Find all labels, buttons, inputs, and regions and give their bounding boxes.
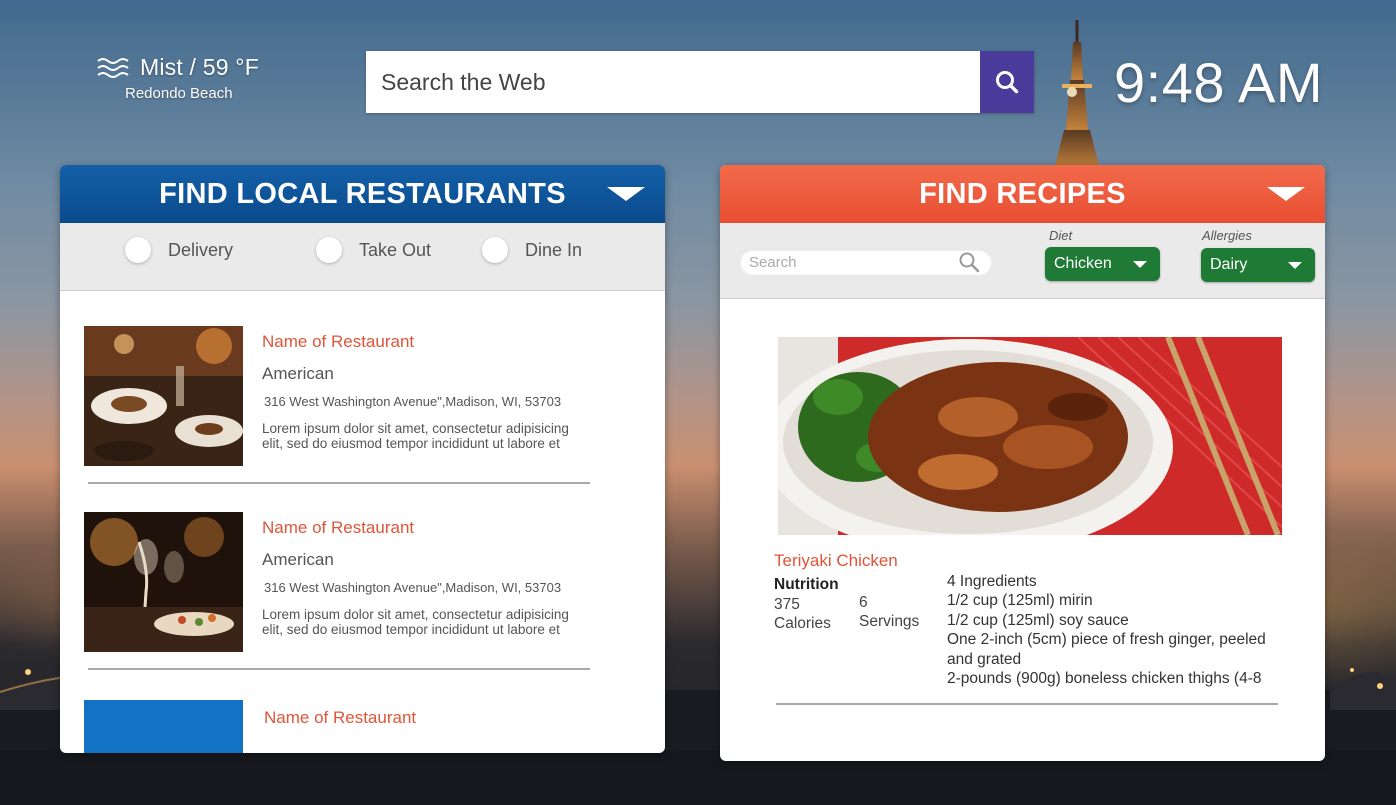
search-icon[interactable] [958, 251, 980, 273]
restaurant-photo-placeholder[interactable] [84, 700, 243, 753]
allergies-label: Allergies [1202, 228, 1252, 243]
weather-widget[interactable]: Mist / 59 °F Redondo Beach [96, 54, 276, 102]
recipe-title-link[interactable]: Teriyaki Chicken [774, 551, 898, 571]
weather-location: Redondo Beach [125, 85, 233, 102]
filter-take-out[interactable]: Take Out [316, 237, 431, 263]
recipe-photo[interactable] [778, 337, 1282, 535]
recipes-panel-title: FIND RECIPES [919, 177, 1126, 210]
filter-label: Dine In [525, 239, 583, 260]
filter-label: Delivery [168, 239, 234, 260]
web-search-input[interactable] [366, 51, 980, 113]
diet-value: Chicken [1054, 255, 1112, 272]
restaurant-name-link[interactable]: Name of Restaurant [264, 708, 416, 728]
divider [88, 668, 590, 670]
ingredient-item: 1/2 cup (125ml) soy sauce [947, 611, 1129, 629]
recipes-panel-header[interactable]: FIND RECIPES [720, 165, 1325, 223]
ingredient-item: One 2-inch (5cm) piece of fresh ginger, … [947, 631, 1266, 668]
allergies-value: Dairy [1210, 256, 1248, 273]
ingredient-item: 1/2 cup (125ml) mirin [947, 592, 1093, 610]
radio-button[interactable] [316, 237, 342, 263]
eiffel-tower-image [1054, 20, 1100, 170]
diet-dropdown[interactable]: Chicken [1045, 247, 1160, 281]
recipe-filter-bar: Diet Chicken Allergies Dairy [720, 223, 1325, 299]
filter-dine-in[interactable]: Dine In [482, 237, 582, 263]
chevron-down-icon [1288, 262, 1302, 269]
restaurant-photo[interactable] [84, 326, 243, 466]
ingredient-item: 2-pounds (900g) boneless chicken thighs … [947, 670, 1262, 688]
radio-button[interactable] [482, 237, 508, 263]
web-search-button[interactable] [980, 51, 1034, 113]
calories-label: Calories [774, 615, 831, 632]
divider [776, 703, 1278, 705]
recipe-search-input[interactable] [740, 253, 958, 271]
search-icon [996, 71, 1019, 94]
calories-value: 375 [774, 596, 800, 613]
chevron-down-icon [1133, 261, 1147, 268]
recipes-panel: FIND RECIPES Diet Chicken Allergies Dair… [720, 165, 1325, 761]
restaurant-name-link[interactable]: Name of Restaurant [262, 518, 414, 538]
weather-condition: Mist / 59 °F [140, 54, 259, 80]
restaurants-panel-title: FIND LOCAL RESTAURANTS [159, 177, 566, 210]
filter-delivery[interactable]: Delivery [125, 237, 233, 263]
restaurant-photo[interactable] [84, 512, 243, 652]
caret-down-icon[interactable] [607, 187, 645, 201]
servings-label: Servings [859, 613, 920, 630]
restaurant-description: Lorem ipsum dolor sit amet, consectetur … [262, 421, 569, 451]
restaurant-name-link[interactable]: Name of Restaurant [262, 332, 414, 352]
restaurants-panel: FIND LOCAL RESTAURANTS Delivery Take Out… [60, 165, 665, 753]
filter-label: Take Out [359, 239, 432, 260]
restaurant-filter-bar: Delivery Take Out Dine In [60, 223, 665, 291]
divider [88, 482, 590, 484]
ingredients-list: 4 Ingredients 1/2 cup (125ml) mirin 1/2 … [947, 572, 1292, 688]
clock: 9:48 AM [1114, 51, 1323, 114]
restaurants-panel-header[interactable]: FIND LOCAL RESTAURANTS [60, 165, 665, 223]
mist-icon [97, 57, 129, 78]
restaurant-cuisine: American [262, 550, 334, 569]
ingredient-item: 4 Ingredients [947, 573, 1037, 590]
recipe-search-field [740, 249, 992, 275]
restaurant-address: 316 West Washington Avenue",Madison, WI,… [264, 394, 562, 409]
diet-label: Diet [1049, 228, 1073, 243]
restaurant-description: Lorem ipsum dolor sit amet, consectetur … [262, 607, 569, 637]
restaurant-list[interactable]: Name of Restaurant American 316 West Was… [60, 291, 665, 753]
restaurant-cuisine: American [262, 364, 334, 383]
nutrition-heading: Nutrition [774, 576, 839, 593]
restaurant-address: 316 West Washington Avenue",Madison, WI,… [264, 580, 562, 595]
web-search-bar [366, 51, 1034, 113]
caret-down-icon[interactable] [1267, 187, 1305, 201]
allergies-dropdown[interactable]: Dairy [1201, 248, 1315, 282]
servings-value: 6 [859, 594, 868, 611]
radio-button[interactable] [125, 237, 151, 263]
